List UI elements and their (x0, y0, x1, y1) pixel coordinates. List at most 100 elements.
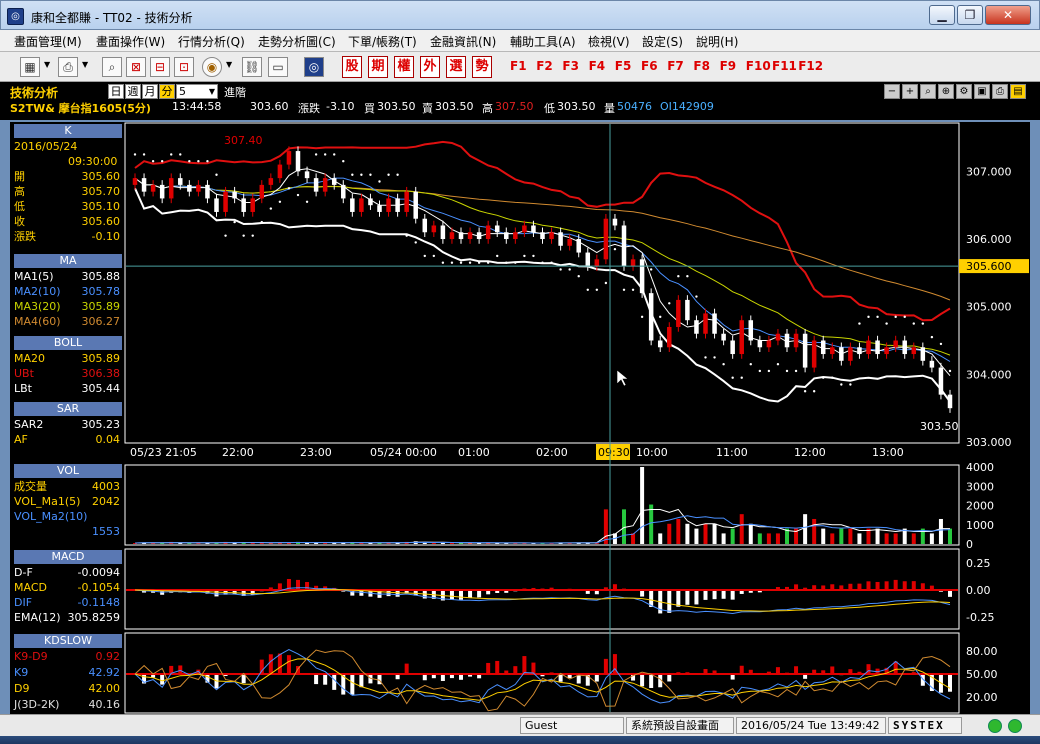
dropdown-arrow-icon[interactable]: ▼ (82, 60, 88, 69)
quick-button[interactable]: 期 (368, 56, 388, 78)
zoom-in-icon[interactable]: + (902, 84, 918, 99)
layout-icon[interactable]: ▦ (20, 57, 40, 77)
volume-tick-label: 1000 (966, 519, 994, 532)
period-tab[interactable]: 月 (142, 84, 158, 99)
period-value-select[interactable]: 5 ▼ (176, 84, 218, 99)
ma5-line (134, 168, 951, 377)
function-key[interactable]: F4 (589, 59, 606, 73)
search-icon[interactable]: ⌕ (102, 57, 122, 77)
period-tab[interactable]: 日 (108, 84, 124, 99)
price-tick-label: 303.000 (966, 436, 1012, 449)
function-key[interactable]: F9 (720, 59, 737, 73)
menu-item[interactable]: 走勢分析圖(C) (258, 33, 336, 50)
ma10-line (134, 177, 951, 362)
settings-icon[interactable]: ⚙ (956, 84, 972, 99)
macd-histogram-bar (685, 590, 690, 605)
news-icon[interactable]: ◉ (202, 57, 222, 77)
period-tab[interactable]: 週 (125, 84, 141, 99)
menu-item[interactable]: 畫面操作(W) (96, 33, 165, 50)
menu-item[interactable]: 說明(H) (696, 33, 738, 50)
sar-dot (840, 383, 843, 386)
close-button[interactable]: ✕ (985, 5, 1031, 25)
quick-button[interactable]: 勢 (472, 56, 492, 78)
candle-body (802, 333, 808, 368)
sar-dot (568, 268, 571, 271)
indicator-label: LBt (14, 382, 32, 395)
candle-body (413, 191, 418, 219)
candle-body (721, 333, 726, 341)
quick-button[interactable]: 權 (394, 56, 414, 78)
function-key[interactable]: F12 (798, 59, 823, 73)
low-price: 303.50 (557, 100, 596, 113)
buy-price: 303.50 (377, 100, 416, 113)
magnify-icon[interactable]: ⌕ (920, 84, 936, 99)
volume-bar (775, 533, 780, 544)
order-window-icon[interactable]: ⊡ (174, 57, 194, 77)
menu-item[interactable]: 輔助工具(A) (510, 33, 576, 50)
quick-button[interactable]: 外 (420, 56, 440, 78)
volume-bar (703, 523, 708, 544)
menu-bar: 畫面管理(M) 畫面操作(W) 行情分析(Q) 走勢分析圖(C) 下單/帳務(T) 金融資… (0, 30, 1040, 52)
menu-item[interactable]: 設定(S) (642, 33, 683, 50)
candle-body (911, 347, 917, 355)
indicator-label: MA1(5) (14, 270, 54, 283)
close-window-icon[interactable]: ⊠ (126, 57, 146, 77)
menu-item[interactable]: 金融資訊(N) (430, 33, 496, 50)
indicator-panel: K 2016/05/24 09:30:00 開 305.60 高 305.70 低 305.10… (10, 122, 124, 714)
save-icon[interactable]: ▣ (974, 84, 990, 99)
print-icon[interactable]: ⎙ (58, 57, 78, 77)
indicator-value: 42.00 (88, 682, 121, 695)
function-key[interactable]: F6 (641, 59, 658, 73)
volume-bar (938, 518, 943, 544)
high-label: 高 (482, 102, 493, 115)
toolbar: ▦ ▼ ⎙ ▼ ⌕ ⊠ ⊟ ⊡ ◉ ▼ ⛓ ▭ ◎ 股期權外選勢 F1 F2 F3 F4… (0, 52, 1040, 82)
screen-icon[interactable]: ▭ (268, 57, 288, 77)
indicator-value: 305.89 (81, 352, 121, 365)
magnify-plus-icon[interactable]: ⊕ (938, 84, 954, 99)
volume-bar (929, 533, 934, 544)
kd-tick-label: 20.00 (966, 691, 998, 704)
dropdown-arrow-icon[interactable]: ▼ (226, 60, 232, 69)
kd-histogram-bar (160, 674, 165, 685)
maximize-button[interactable]: ❐ (957, 5, 983, 25)
candle-body (331, 178, 337, 185)
candle-body (730, 340, 735, 355)
menu-item[interactable]: 畫面管理(M) (14, 33, 82, 50)
menu-item[interactable]: 行情分析(Q) (178, 33, 245, 50)
menu-item[interactable]: 下單/帳務(T) (348, 33, 417, 50)
folder-icon[interactable]: ▤ (1010, 84, 1026, 99)
print-icon[interactable]: ⎙ (992, 84, 1008, 99)
link-icon[interactable]: ⛓ (242, 57, 262, 77)
function-key[interactable]: F7 (667, 59, 684, 73)
function-key[interactable]: F8 (693, 59, 710, 73)
macd-histogram-bar (468, 590, 473, 599)
function-key[interactable]: F2 (536, 59, 553, 73)
price-tick-label: 307.000 (966, 165, 1012, 178)
chart-svg[interactable]: 307.000 306.000 305.000 304.000 303.000 05/23… (124, 122, 1030, 714)
zoom-out-icon[interactable]: − (884, 84, 900, 99)
dropdown-arrow-icon[interactable]: ▼ (44, 60, 50, 69)
function-key[interactable]: F3 (562, 59, 579, 73)
menu-item[interactable]: 檢視(V) (588, 33, 630, 50)
volume-bar (649, 504, 654, 544)
candle-body (304, 171, 310, 179)
function-key[interactable]: F1 (510, 59, 527, 73)
function-key[interactable]: F5 (615, 59, 632, 73)
candle-body (504, 232, 509, 240)
minimize-button[interactable]: ▁ (929, 5, 955, 25)
sar-dot (333, 153, 336, 156)
quick-button[interactable]: 股 (342, 56, 362, 78)
dropdown-arrow-icon[interactable]: ▼ (209, 85, 215, 98)
quote-window-icon[interactable]: ⊟ (150, 57, 170, 77)
section-header-macd: MACD (14, 550, 122, 564)
period-tab[interactable]: 分 (159, 84, 175, 99)
candle-body (350, 198, 355, 212)
volume-value: 50476 (617, 100, 652, 113)
advanced-button[interactable]: 進階 (224, 84, 246, 100)
indicator-label: J(3D-2K) (14, 698, 60, 711)
function-key[interactable]: F10 (746, 59, 771, 73)
quick-button[interactable]: 選 (446, 56, 466, 78)
volume-bar (748, 523, 753, 544)
brand-logo-icon[interactable]: ◎ (304, 57, 324, 77)
function-key[interactable]: F11 (772, 59, 797, 73)
